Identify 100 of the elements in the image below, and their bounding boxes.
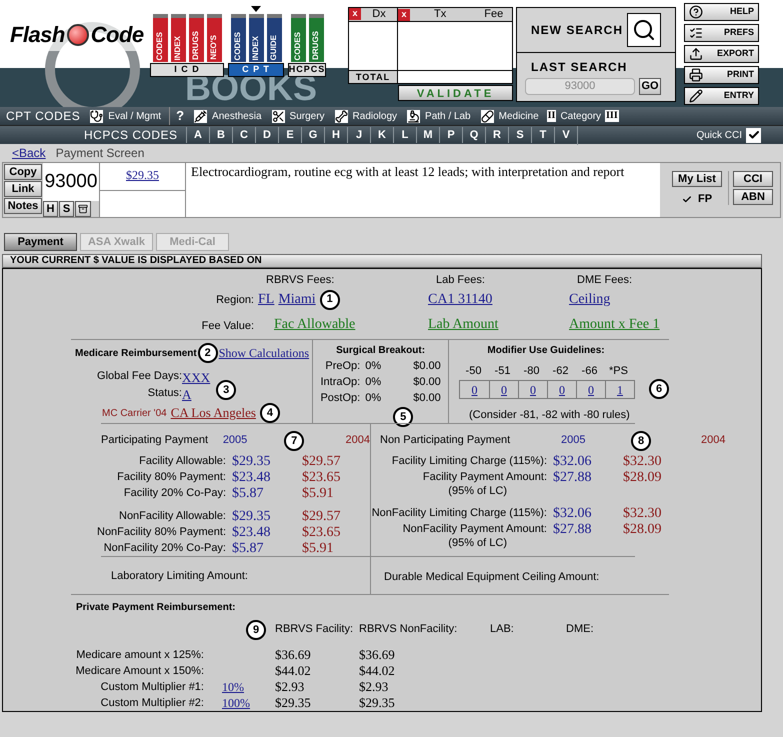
letter-link[interactable]: C bbox=[232, 126, 255, 144]
link[interactable]: XXX bbox=[182, 369, 210, 386]
letter-link[interactable]: R bbox=[485, 126, 508, 144]
roman-numeral-icon[interactable]: II bbox=[546, 110, 556, 122]
category-link[interactable]: Anesthesia bbox=[212, 108, 262, 124]
amount: $5.91 bbox=[302, 541, 334, 556]
button[interactable]: Copy bbox=[4, 164, 42, 180]
label: Facility Allowable: bbox=[139, 454, 226, 468]
book-spine[interactable]: INDEX bbox=[248, 14, 264, 62]
remove-button[interactable]: x bbox=[398, 8, 410, 20]
book-spine[interactable]: DRUGS bbox=[188, 14, 204, 62]
link[interactable]: Ceiling bbox=[569, 289, 610, 310]
search-icon[interactable] bbox=[627, 13, 661, 47]
back-link[interactable]: <Back bbox=[12, 144, 46, 162]
book-group-tab[interactable]: C P T bbox=[228, 63, 284, 77]
button[interactable]: CCI bbox=[733, 171, 773, 187]
book-label: CODES bbox=[156, 32, 164, 60]
stethoscope-icon bbox=[90, 110, 104, 122]
quick-cci-checkbox[interactable] bbox=[746, 128, 761, 142]
validate-button[interactable]: VALIDATE bbox=[398, 85, 513, 101]
letter-link[interactable]: T bbox=[531, 126, 554, 144]
toolbar-button[interactable]: EXPORT bbox=[684, 45, 759, 63]
button[interactable]: Link bbox=[4, 181, 42, 197]
category-link[interactable]: Radiology bbox=[352, 108, 398, 124]
bar-title: CPT CODES bbox=[6, 108, 80, 125]
book-spine[interactable]: CODES bbox=[290, 14, 306, 62]
go-button[interactable]: GO bbox=[639, 78, 661, 95]
amount: $23.48 bbox=[232, 525, 272, 540]
book-spine[interactable]: GUIDE bbox=[266, 14, 282, 62]
logo-bolt-icon bbox=[66, 24, 89, 46]
button[interactable]: My List bbox=[672, 171, 722, 187]
book-spine[interactable]: INDEX bbox=[170, 14, 186, 62]
link[interactable]: $29.35 bbox=[126, 166, 159, 190]
letter-link[interactable]: Q bbox=[462, 126, 485, 144]
category-link[interactable]: Surgery bbox=[290, 108, 325, 124]
amount: $29.57 bbox=[302, 454, 340, 469]
button[interactable]: H bbox=[43, 201, 58, 217]
link[interactable]: 10% bbox=[222, 680, 244, 694]
category-link[interactable]: Category bbox=[560, 108, 602, 124]
letter-link[interactable]: P bbox=[439, 126, 462, 144]
link[interactable]: Miami bbox=[278, 289, 316, 310]
letter-link[interactable]: H bbox=[324, 126, 347, 144]
label: NonFacility Payment Amount: bbox=[402, 522, 547, 536]
book-spine[interactable]: CODES bbox=[152, 14, 168, 62]
button[interactable]: Notes bbox=[4, 198, 42, 214]
link[interactable]: 1 bbox=[617, 380, 623, 398]
label: DME Fees: bbox=[576, 273, 634, 287]
letter-link[interactable]: E bbox=[278, 126, 301, 144]
toolbar-button[interactable]: HELP bbox=[684, 3, 759, 21]
letter-link[interactable]: J bbox=[347, 126, 370, 144]
book-group-tab[interactable]: I C D bbox=[150, 63, 224, 77]
label: NonFacility Allowable: bbox=[119, 509, 226, 523]
roman-numeral-icon[interactable]: III bbox=[605, 110, 619, 122]
label: -50 bbox=[464, 364, 482, 378]
amount: $23.48 bbox=[232, 470, 272, 485]
link[interactable]: 0 bbox=[501, 380, 507, 398]
panel-header: YOUR CURRENT $ VALUE IS DISPLAYED BASED ON bbox=[2, 254, 762, 268]
link[interactable]: FL bbox=[258, 289, 274, 310]
book-spine[interactable]: DRUGS bbox=[308, 14, 324, 62]
toolbar-button[interactable]: ENTRY bbox=[684, 87, 759, 105]
year-heading: 2004 bbox=[346, 432, 370, 448]
link[interactable]: CA Los Angeles bbox=[170, 403, 256, 423]
button[interactable]: ABN bbox=[733, 189, 773, 205]
category-link[interactable]: Eval / Mgmt bbox=[108, 108, 162, 124]
letter-link[interactable]: V bbox=[554, 126, 577, 144]
remove-button[interactable]: x bbox=[349, 8, 361, 20]
letter-link[interactable]: L bbox=[393, 126, 416, 144]
link[interactable]: Show Calculations bbox=[218, 344, 310, 362]
microscope-icon bbox=[407, 110, 420, 122]
category-link[interactable]: Medicine bbox=[498, 108, 539, 124]
book-spine[interactable]: CODES bbox=[230, 14, 246, 62]
letter-link[interactable]: A bbox=[186, 126, 209, 144]
letter-link[interactable]: M bbox=[416, 126, 439, 144]
amount: $36.69 bbox=[359, 647, 396, 663]
toolbar-button[interactable]: PREFS bbox=[684, 24, 759, 42]
archive-button[interactable] bbox=[75, 201, 91, 217]
book-label: CODES bbox=[294, 32, 302, 60]
link[interactable]: 100% bbox=[222, 696, 250, 710]
tab[interactable]: Payment bbox=[4, 233, 77, 251]
callout-marker: 1 bbox=[320, 290, 340, 310]
button[interactable]: S bbox=[59, 201, 74, 217]
letter-link[interactable]: B bbox=[209, 126, 232, 144]
letter-link[interactable]: S bbox=[508, 126, 531, 144]
label: -51 bbox=[494, 364, 512, 378]
letter-link[interactable]: K bbox=[370, 126, 393, 144]
label: Durable Medical Equipment Ceiling Amount: bbox=[384, 570, 600, 582]
toolbar-button[interactable]: PRINT bbox=[684, 66, 759, 84]
link[interactable]: A bbox=[182, 386, 210, 403]
category-link[interactable]: Path / Lab bbox=[425, 108, 471, 124]
link[interactable]: CA1 31140 bbox=[428, 289, 492, 310]
link[interactable]: 0 bbox=[588, 380, 594, 398]
book-spine[interactable]: NEO'S bbox=[206, 14, 222, 62]
link[interactable]: 0 bbox=[530, 380, 536, 398]
amount: $32.06 bbox=[553, 506, 592, 521]
letter-link[interactable]: G bbox=[301, 126, 324, 144]
letter-link[interactable]: D bbox=[255, 126, 278, 144]
link[interactable]: 0 bbox=[559, 380, 565, 398]
link[interactable]: 0 bbox=[472, 380, 478, 398]
book-group-tab[interactable]: HCPCS bbox=[288, 63, 326, 77]
amount: $2.93 bbox=[359, 679, 390, 695]
